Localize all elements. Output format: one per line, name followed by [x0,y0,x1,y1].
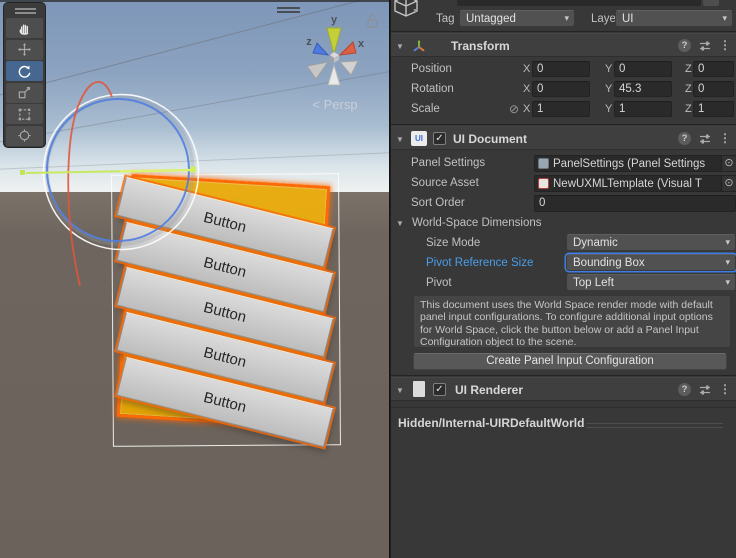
axis-y-label: y [331,14,338,26]
panel-settings-asset-icon [538,158,549,169]
world-space-dimensions-foldout[interactable]: World-Space Dimensions [412,217,542,229]
overlay-drag-handle[interactable] [15,8,36,15]
pivot-dropdown[interactable]: Top Left ▾ [566,274,736,291]
static-button[interactable] [703,0,719,6]
size-mode-label: Size Mode [426,237,480,249]
rotate-tool-button[interactable] [6,61,43,81]
source-asset-label: Source Asset [411,177,479,189]
scale-y-field[interactable]: 1 [614,101,672,117]
inspector-panel: ▼ Tag Untagged ▾ Layer UI ▾ ▼ Transform … [390,0,736,558]
chevron-down-icon: ▾ [564,13,569,24]
scale-z-field[interactable]: 1 [693,101,734,117]
transform-component-icon [411,38,427,54]
help-icon[interactable]: ? [678,383,691,396]
scene-top-edge [0,0,390,2]
foldout-icon[interactable]: ▼ [396,219,404,228]
move-tool-button[interactable] [6,40,43,60]
ui-renderer-enabled-checkbox[interactable]: ✓ [433,383,446,396]
move-icon [17,42,32,57]
rotate-icon [17,64,32,79]
ui-renderer-component-icon [413,381,425,397]
chevron-down-icon: ▾ [725,277,730,288]
scene-tools-overlay[interactable] [3,2,46,148]
material-shader-name: Hidden/Internal-UIRDefaultWorld [398,416,584,430]
create-panel-input-configuration-button[interactable]: Create Panel Input Configuration [413,353,727,370]
material-divider-line [587,423,723,424]
axis-neg-cone[interactable] [307,62,328,79]
transform-tool-button[interactable] [6,126,43,146]
unity-editor: Button Button Button Button Button [0,0,736,558]
transform-header[interactable]: ▼ Transform ? ⋮ [391,33,736,57]
ui-document-enabled-checkbox[interactable]: ✓ [433,132,446,145]
tag-label: Tag [436,13,455,25]
orientation-gizmo[interactable]: y z x < Persp [290,4,390,118]
world-space-help-box: This document uses the World Space rende… [413,295,731,348]
axis-x-cone[interactable] [340,42,356,55]
axis-z-cone[interactable] [313,43,328,55]
object-picker-icon[interactable]: ⊙ [721,176,736,191]
perspective-toggle[interactable]: < Persp [312,97,357,112]
presets-icon[interactable] [699,384,711,396]
kebab-menu-icon[interactable]: ⋮ [719,39,731,52]
chevron-down-icon: ▾ [725,257,730,268]
foldout-icon[interactable]: ▼ [396,386,404,395]
axis-z-label: z [306,36,312,48]
help-icon[interactable]: ? [678,39,691,52]
presets-icon[interactable] [699,40,711,52]
ui-renderer-header[interactable]: ▼ ✓ UI Renderer ? ⋮ [391,377,736,401]
position-label: Position [411,63,452,75]
scale-tool-button[interactable] [6,83,43,103]
pivot-label: Pivot [426,277,452,289]
visual-tree-asset-icon [538,178,549,189]
panel-settings-label: Panel Settings [411,157,485,169]
presets-icon[interactable] [699,133,711,145]
chevron-down-icon: ▾ [725,237,730,248]
position-y-field[interactable]: 0 [614,61,672,77]
panel-settings-object-field[interactable]: PanelSettings (Panel Settings ⊙ [534,155,736,172]
size-mode-dropdown[interactable]: Dynamic ▾ [566,234,736,251]
tag-dropdown[interactable]: Untagged ▾ [459,10,575,27]
axis-x-label: x [358,38,365,50]
kebab-menu-icon[interactable]: ⋮ [719,132,731,145]
rect-icon [17,107,32,122]
scale-icon [17,85,32,100]
ui-document-header[interactable]: ▼ UI ✓ UI Document ? ⋮ [391,126,736,150]
layer-dropdown[interactable]: UI ▾ [615,10,733,27]
gameobject-name-field[interactable] [457,0,701,6]
lock-icon[interactable] [368,15,377,27]
scale-x-field[interactable]: 1 [532,101,590,117]
scale-label: Scale [411,103,440,115]
pivot-reference-size-label: Pivot Reference Size [426,257,533,269]
hand-icon [17,21,32,36]
foldout-icon[interactable]: ▼ [396,42,404,51]
pivot-reference-size-dropdown[interactable]: Bounding Box ▾ [566,254,736,271]
rotation-z-field[interactable]: 0 [693,81,734,97]
kebab-menu-icon[interactable]: ⋮ [719,383,731,396]
rect-tool-button[interactable] [6,104,43,124]
axis-y-cone[interactable] [327,28,341,54]
gameobject-icon-dropdown[interactable]: ▼ [412,8,419,15]
position-x-field[interactable]: 0 [532,61,590,77]
sort-order-field[interactable]: 0 [534,195,736,212]
axis-neg-cone[interactable] [340,61,358,75]
transform-icon [17,128,32,143]
rotation-y-field[interactable]: 45.3 [614,81,672,97]
ui-document-component-icon: UI [411,131,427,146]
rotation-label: Rotation [411,83,454,95]
source-asset-object-field[interactable]: NewUXMLTemplate (Visual T ⊙ [534,175,736,192]
axis-neg-cone[interactable] [328,65,340,85]
link-broken-icon[interactable]: ⊘ [509,102,519,116]
material-divider-line [587,427,723,428]
sort-order-label: Sort Order [411,197,465,209]
scene-view[interactable]: Button Button Button Button Button [0,0,390,558]
hand-tool-button[interactable] [6,18,43,38]
help-icon[interactable]: ? [678,132,691,145]
position-z-field[interactable]: 0 [693,61,734,77]
chevron-down-icon: ▾ [722,13,727,24]
object-picker-icon[interactable]: ⊙ [721,156,736,171]
rotation-x-field[interactable]: 0 [532,81,590,97]
foldout-icon[interactable]: ▼ [396,135,404,144]
